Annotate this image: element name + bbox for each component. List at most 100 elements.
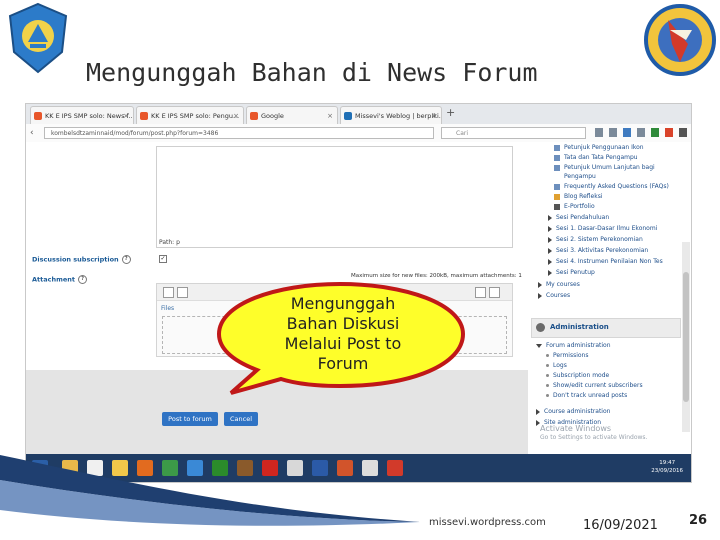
sidebar-item-label: Petunjuk Umum Lanjutan bagi	[564, 164, 655, 171]
admin-item-label: Subscription mode	[553, 372, 610, 379]
collapse-arrow-icon	[536, 343, 542, 348]
search-input[interactable]: Cari	[441, 127, 586, 139]
sidebar-section-label: Sesi 4. Instrumen Penilaian Non Tes	[556, 258, 663, 265]
sidebar-section-label: My courses	[546, 281, 580, 288]
expand-arrow-icon	[548, 247, 552, 254]
admin-section-label: Course administration	[544, 408, 611, 415]
reading-list-icon[interactable]	[609, 128, 617, 137]
browser-tab-google[interactable]: Google ×	[246, 106, 338, 124]
favicon-icon	[250, 112, 258, 120]
admin-item-label: Don't track unread posts	[553, 392, 628, 399]
new-tab-button[interactable]: +	[446, 106, 455, 119]
sidebar-section[interactable]: Sesi Pendahuluan	[548, 214, 609, 221]
favicon-icon	[344, 112, 352, 120]
home-icon[interactable]	[637, 128, 645, 137]
discussion-subscription-text: Discussion subscription	[32, 255, 119, 264]
sidebar-section[interactable]: Sesi 2. Sistem Perekonomian	[548, 236, 643, 243]
bookmark-star-icon[interactable]	[595, 128, 603, 137]
tab-label: KK E IPS SMP solo: News f...	[45, 112, 134, 120]
sidebar-section-label: Sesi 2. Sistem Perekonomian	[556, 236, 643, 243]
sidebar-item-label: Tata dan Tata Pengampu	[564, 154, 638, 161]
addon-icon[interactable]	[665, 128, 673, 137]
close-tab-icon[interactable]: ×	[123, 107, 129, 124]
sidebar-section[interactable]: My courses	[538, 281, 580, 288]
message-editor[interactable]: Path: p	[156, 146, 513, 248]
admin-item-label: Logs	[553, 362, 567, 369]
bullet-icon	[546, 364, 549, 367]
sidebar-item[interactable]: Frequently Asked Questions (FAQs)	[554, 183, 669, 190]
discussion-subscription-label: Discussion subscription?	[32, 255, 131, 264]
admin-section[interactable]: Course administration	[536, 408, 610, 415]
admin-item[interactable]: Permissions	[546, 352, 589, 359]
sidebar-section-label: Courses	[546, 292, 571, 299]
close-tab-icon[interactable]: ×	[431, 107, 437, 124]
back-icon[interactable]: ‹	[30, 127, 34, 139]
files-breadcrumb[interactable]: Files	[161, 305, 174, 312]
sidebar-section[interactable]: Sesi 4. Instrumen Penilaian Non Tes	[548, 258, 663, 265]
slide-title: Mengunggah Bahan di News Forum	[86, 58, 538, 87]
grid-view-icon[interactable]	[475, 287, 486, 298]
browser-tab-news-forum[interactable]: KK E IPS SMP solo: News f... ×	[30, 106, 134, 124]
sidebar-item[interactable]: Petunjuk Umum Lanjutan bagi	[554, 164, 655, 171]
create-folder-icon[interactable]	[177, 287, 188, 298]
browser-tab-missevi[interactable]: Missevi's Weblog | berpiki... ×	[340, 106, 442, 124]
close-tab-icon[interactable]: ×	[233, 107, 239, 124]
activate-windows-note: Go to Settings to activate Windows.	[540, 434, 648, 441]
attachment-text: Attachment	[32, 275, 76, 284]
sidebar-item[interactable]: Blog Refleksi	[554, 193, 603, 200]
admin-item[interactable]: Logs	[546, 362, 567, 369]
portfolio-icon	[554, 203, 560, 210]
expand-arrow-icon	[548, 236, 552, 243]
expand-arrow-icon	[538, 281, 542, 288]
post-to-forum-button[interactable]: Post to forum	[162, 412, 218, 426]
admin-section-label: Forum administration	[546, 342, 611, 349]
sidebar-scrollbar[interactable]	[682, 242, 690, 432]
sidebar-item-label: Frequently Asked Questions (FAQs)	[564, 183, 669, 190]
administration-title: Administration	[550, 323, 609, 331]
document-icon	[554, 183, 560, 190]
callout-text: Mengunggah Bahan Diskusi Melalui Post to…	[284, 294, 402, 373]
sidebar-item[interactable]: E-Portfolio	[554, 203, 595, 210]
close-tab-icon[interactable]: ×	[327, 107, 333, 124]
gear-icon	[536, 323, 545, 332]
browser-tab-pengumuman[interactable]: KK E IPS SMP solo: Pengu... ×	[136, 106, 244, 124]
admin-item[interactable]: Show/edit current subscribers	[546, 382, 643, 389]
menu-icon[interactable]	[679, 128, 687, 137]
tab-bar: KK E IPS SMP solo: News f... × KK E IPS …	[26, 104, 691, 124]
sidebar-item[interactable]: Tata dan Tata Pengampu	[554, 154, 638, 161]
bullet-icon	[546, 394, 549, 397]
address-bar[interactable]: kombelsdtzaminnaid/mod/forum/post.php?fo…	[44, 127, 434, 139]
course-sidebar: Petunjuk Penggunaan Ikon Tata dan Tata P…	[528, 142, 691, 454]
document-icon	[554, 144, 560, 151]
admin-item[interactable]: Subscription mode	[546, 372, 609, 379]
tab-label: Missevi's Weblog | berpiki...	[355, 112, 442, 120]
sidebar-item[interactable]: Petunjuk Penggunaan Ikon	[554, 144, 644, 151]
download-icon[interactable]	[623, 128, 631, 137]
sidebar-section[interactable]: Sesi Penutup	[548, 269, 595, 276]
cancel-button[interactable]: Cancel	[224, 412, 258, 426]
sidebar-section[interactable]: Courses	[538, 292, 570, 299]
add-file-icon[interactable]	[163, 287, 174, 298]
list-view-icon[interactable]	[489, 287, 500, 298]
extension-icon[interactable]	[651, 128, 659, 137]
discussion-subscription-checkbox[interactable]: ✓	[159, 255, 167, 263]
help-icon[interactable]: ?	[121, 255, 131, 264]
admin-section[interactable]: Forum administration	[536, 342, 611, 349]
sidebar-item-continuation[interactable]: Pengampu	[564, 173, 596, 180]
expand-arrow-icon	[548, 258, 552, 265]
sidebar-section[interactable]: Sesi 3. Aktivitas Perekonomian	[548, 247, 648, 254]
admin-item[interactable]: Don't track unread posts	[546, 392, 627, 399]
favicon-icon	[34, 112, 42, 120]
sidebar-section-label: Sesi Pendahuluan	[556, 214, 610, 221]
administration-block-header[interactable]: Administration	[531, 318, 681, 338]
document-icon	[554, 164, 560, 171]
slide-page-number: 26	[689, 513, 708, 528]
sidebar-section[interactable]: Sesi 1. Dasar-Dasar Ilmu Ekonomi	[548, 225, 657, 232]
pppptk-logo	[644, 4, 716, 76]
favicon-icon	[140, 112, 148, 120]
help-icon[interactable]: ?	[78, 275, 88, 284]
tab-label: KK E IPS SMP solo: Pengu...	[151, 112, 240, 120]
scrollbar-thumb[interactable]	[683, 272, 689, 402]
sidebar-item-label: Petunjuk Penggunaan Ikon	[564, 144, 644, 151]
expand-arrow-icon	[538, 292, 542, 299]
